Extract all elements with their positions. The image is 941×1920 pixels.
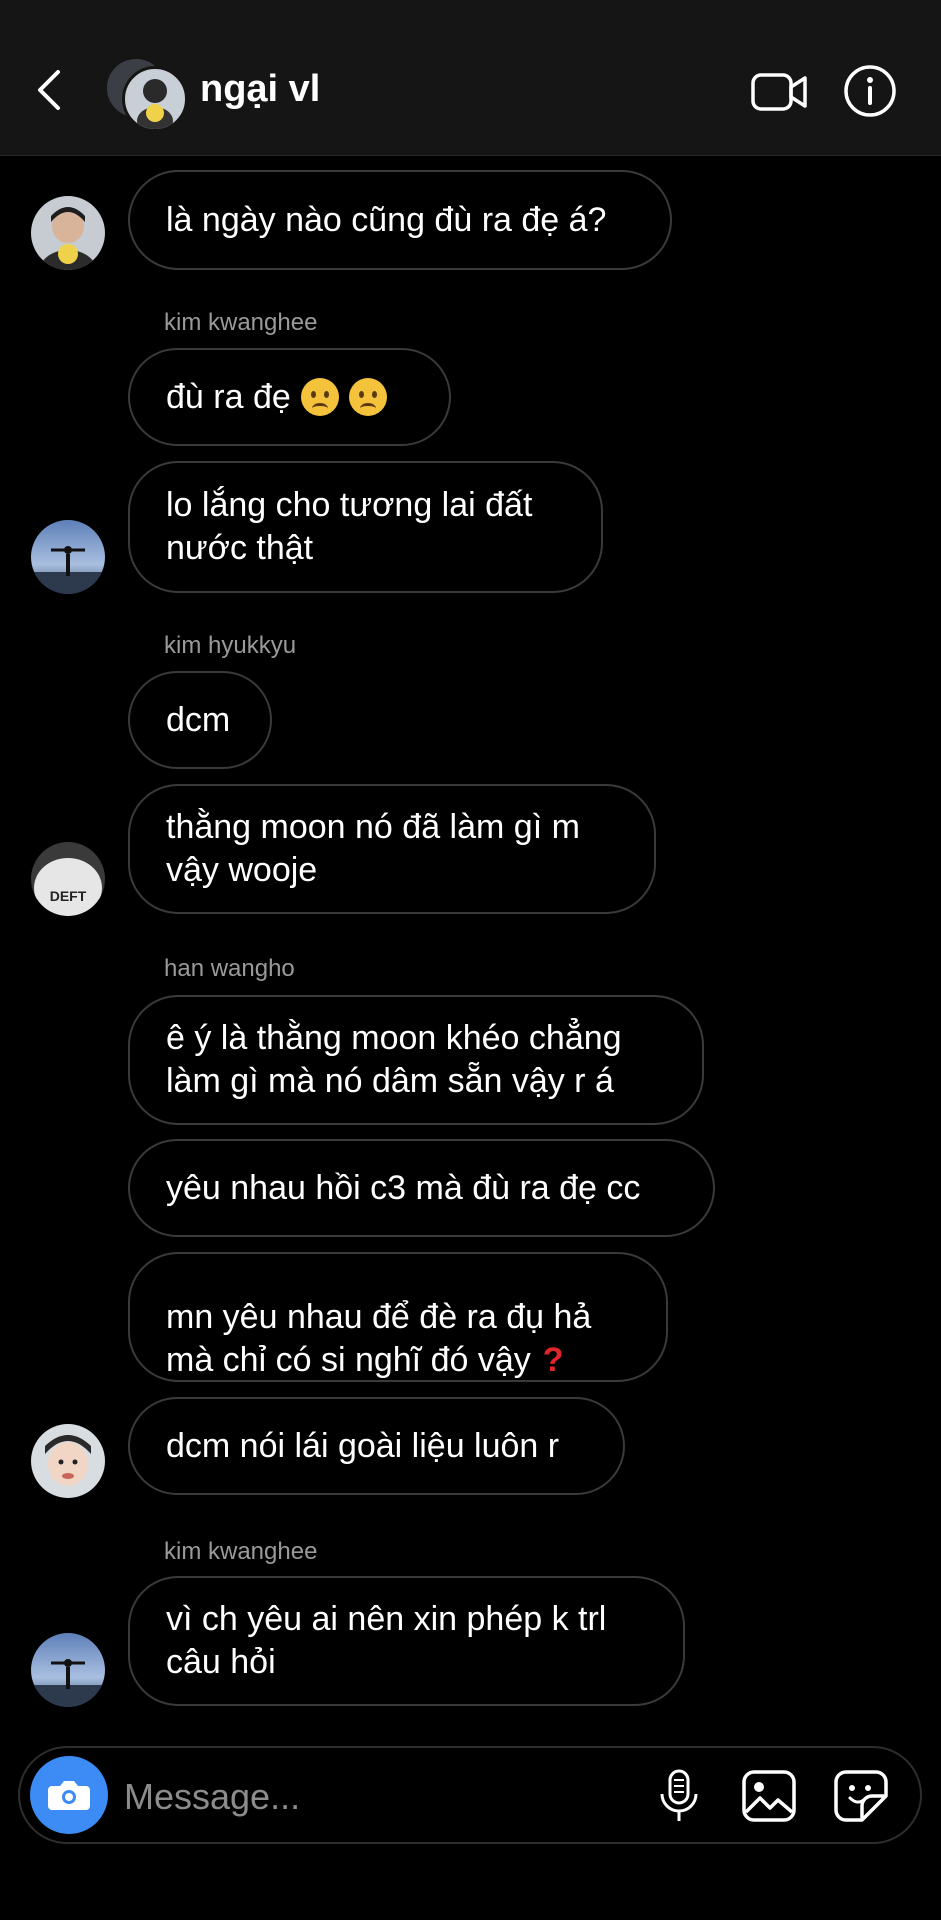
svg-text:DEFT: DEFT (50, 888, 87, 904)
worried-face-emoji-icon (348, 378, 387, 416)
video-camera-icon[interactable] (750, 70, 808, 114)
message-text: là ngày nào cũng đù ra đẹ á? (166, 200, 607, 239)
message-bubble[interactable]: vì ch yêu ai nên xin phép k trl câu hỏi (128, 1576, 685, 1706)
message-text: dcm (166, 700, 231, 739)
sender-avatar[interactable] (31, 196, 105, 270)
sender-name: kim kwanghee (164, 1538, 318, 1565)
group-avatar[interactable] (104, 56, 188, 132)
message-text: thằng moon nó đã làm gì m vậy wooje (166, 808, 580, 889)
message-text: yêu nhau hồi c3 mà đù ra đẹ cc (166, 1168, 641, 1207)
message-bubble[interactable]: yêu nhau hồi c3 mà đù ra đẹ cc (128, 1139, 715, 1237)
message-text: vì ch yêu ai nên xin phép k trl câu hỏi (166, 1600, 607, 1681)
message-bubble[interactable]: ê ý là thằng moon khéo chẳng làm gì mà n… (128, 995, 704, 1125)
message-composer (18, 1746, 922, 1844)
sticker-icon[interactable] (832, 1768, 890, 1824)
sender-avatar[interactable] (31, 1424, 105, 1498)
camera-icon[interactable] (30, 1756, 108, 1834)
message-input[interactable] (122, 1768, 546, 1826)
sender-avatar[interactable] (31, 1633, 105, 1707)
sender-name: kim hyukkyu (164, 632, 297, 659)
gallery-icon[interactable] (740, 1768, 798, 1824)
message-text: đù ra đẹ (166, 377, 291, 416)
message-text: lo lắng cho tương lai đất nước thật (166, 486, 533, 567)
message-bubble[interactable]: dcm (128, 671, 272, 769)
info-icon[interactable] (843, 64, 897, 118)
group-avatar-front (122, 66, 188, 132)
worried-face-emoji-icon (300, 378, 339, 416)
chat-header: ngại vl (0, 0, 941, 156)
microphone-icon[interactable] (652, 1768, 706, 1824)
sender-name: kim kwanghee (164, 309, 318, 336)
message-bubble[interactable]: mn yêu nhau để đè ra đụ hả mà chỉ có si … (128, 1252, 668, 1382)
message-text: dcm nói lái goài liệu luôn r (166, 1426, 560, 1465)
message-bubble[interactable]: là ngày nào cũng đù ra đẹ á? (128, 170, 672, 270)
message-bubble[interactable]: dcm nói lái goài liệu luôn r (128, 1397, 625, 1495)
chat-title[interactable]: ngại vl (200, 68, 320, 111)
sender-avatar[interactable]: DEFT (31, 842, 105, 916)
message-bubble[interactable]: thằng moon nó đã làm gì m vậy wooje (128, 784, 656, 914)
sender-name: han wangho (164, 955, 295, 982)
message-bubble[interactable]: đù ra đẹ (128, 348, 451, 446)
message-bubble[interactable]: lo lắng cho tương lai đất nước thật (128, 461, 603, 593)
message-text: mn yêu nhau để đè ra đụ hả mà chỉ có si … (166, 1297, 592, 1379)
red-question-mark-emoji-icon: ? (542, 1340, 564, 1379)
back-chevron-icon[interactable] (32, 68, 72, 112)
message-text: ê ý là thằng moon khéo chẳng làm gì mà n… (166, 1019, 622, 1100)
sender-avatar[interactable] (31, 520, 105, 594)
